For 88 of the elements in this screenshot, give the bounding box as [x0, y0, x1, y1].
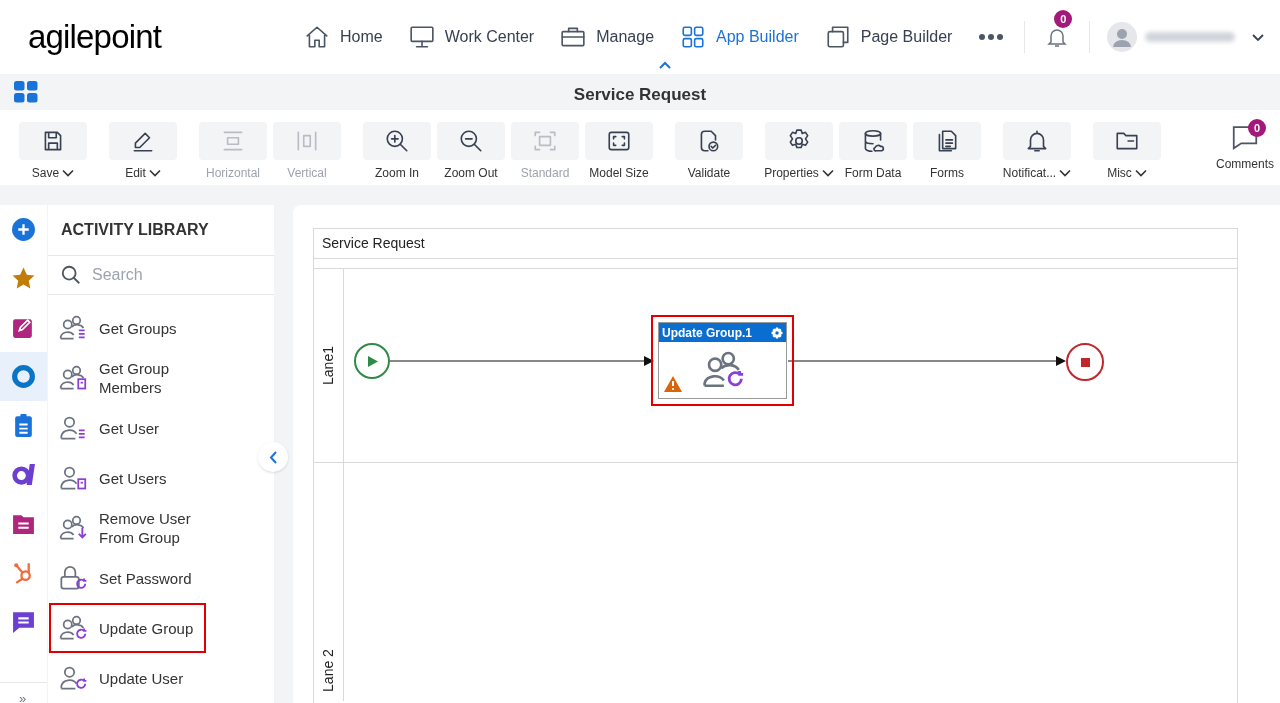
toolbar-button[interactable]: [19, 122, 87, 160]
nav-item[interactable]: App Builder: [680, 24, 799, 50]
nav-item[interactable]: Manage: [560, 24, 655, 50]
user-group-refresh-icon: [59, 614, 87, 642]
user-group-list-icon: [59, 314, 87, 342]
toolbar-label: Horizontal: [206, 165, 260, 182]
toolbar-button[interactable]: [109, 122, 177, 160]
toolbar-label: Save: [31, 165, 60, 182]
toolbar-button[interactable]: [363, 122, 431, 160]
user-card-icon: [59, 464, 87, 492]
toolbar-label: Comments: [1216, 156, 1274, 173]
star-icon: [11, 266, 36, 291]
sidebar-item[interactable]: [0, 352, 47, 401]
toolbar-label: Properties: [764, 165, 819, 182]
pool-title: Service Request: [314, 229, 1237, 259]
activity-item[interactable]: Update User: [49, 653, 206, 703]
chevron-left-icon: [269, 450, 277, 464]
panel-title: ACTIVITY LIBRARY: [48, 205, 274, 256]
end-event[interactable]: [1066, 343, 1104, 381]
logo: agilepoint: [28, 17, 163, 58]
toolbar-button[interactable]: [839, 122, 907, 160]
toolbar-label: Zoom In: [375, 165, 419, 182]
user-refresh-icon: [59, 664, 87, 692]
caret-icon[interactable]: [1059, 169, 1072, 177]
search-field[interactable]: Search: [92, 262, 242, 287]
toolbar-button[interactable]: [675, 122, 743, 160]
page-title: Service Request: [573, 84, 707, 106]
caret-icon[interactable]: [821, 169, 834, 177]
toolbar-label: Model Size: [589, 165, 649, 182]
activity-item[interactable]: Get Group Members: [49, 353, 206, 403]
plus-icon: [11, 217, 36, 242]
activity-item[interactable]: Remove User From Group: [49, 503, 206, 553]
chevron-down-icon[interactable]: [1251, 32, 1266, 42]
caret-icon[interactable]: [148, 169, 161, 177]
lane-label: Lane1: [319, 346, 337, 385]
caret-icon[interactable]: [1134, 169, 1147, 177]
toolbar-label: Notificat...: [1002, 165, 1057, 182]
toolbar-label: Standard: [520, 165, 570, 182]
toolbar-button[interactable]: [1003, 122, 1071, 160]
toolbar-label: Vertical: [287, 165, 327, 182]
activity-item[interactable]: Get User: [49, 403, 206, 453]
copy-icon: [824, 24, 851, 50]
lock-refresh-icon: [59, 564, 87, 592]
grid-icon: [680, 24, 707, 50]
task-node[interactable]: Update Group.1: [651, 315, 794, 406]
stop-icon: [1080, 357, 1090, 367]
chevron-up-icon: [659, 61, 671, 69]
user-list-icon: [59, 414, 87, 442]
zoom-in-icon: [384, 128, 410, 154]
toolbar-button[interactable]: [765, 122, 833, 160]
search-icon: [60, 263, 82, 286]
home-icon: [304, 24, 330, 50]
activity-item[interactable]: Update Group: [49, 603, 206, 653]
toolbar-label: Form Data: [844, 165, 902, 182]
play-icon: [368, 355, 378, 367]
gear-icon[interactable]: [771, 326, 783, 339]
chat-icon: [11, 609, 36, 634]
nav-item[interactable]: Work Center: [408, 24, 535, 50]
toolbar-button[interactable]: [585, 122, 653, 160]
expand-icon[interactable]: »: [19, 692, 27, 703]
toolbar-label: Edit: [125, 165, 146, 182]
nav-item[interactable]: Page Builder: [824, 24, 953, 50]
nav-item[interactable]: Home: [304, 24, 383, 50]
script-a-icon: [11, 462, 36, 487]
user-group-down-arrow-icon: [59, 514, 87, 542]
activity-item[interactable]: Get Groups: [49, 303, 206, 353]
activity-item[interactable]: Get Users: [49, 453, 206, 503]
notification-count: 0: [1054, 10, 1073, 28]
monitor-icon: [408, 24, 435, 50]
zoom-out-icon: [458, 128, 484, 154]
toolbar-label: Misc: [1107, 165, 1132, 182]
more-icon[interactable]: [978, 33, 1005, 41]
toolbar-label: Zoom Out: [444, 165, 498, 182]
ring-icon: [11, 364, 36, 389]
toolbar-button[interactable]: [1093, 122, 1161, 160]
toolbar-label: Validate: [687, 165, 731, 182]
task-title: Update Group.1: [662, 324, 752, 342]
toolbar-button[interactable]: [437, 122, 505, 160]
toolbar-label: Forms: [930, 165, 964, 182]
user-group-card-icon: [59, 364, 87, 392]
caret-icon[interactable]: [62, 169, 75, 177]
start-event[interactable]: [354, 343, 390, 379]
collapse-panel-button[interactable]: [258, 442, 288, 472]
lane-label: Lane 2: [319, 649, 337, 692]
activity-item[interactable]: Set Password: [49, 553, 206, 603]
toolbar-button[interactable]: [913, 122, 981, 160]
comment-count: 0: [1248, 119, 1266, 137]
apps-grid-icon[interactable]: [14, 81, 38, 103]
